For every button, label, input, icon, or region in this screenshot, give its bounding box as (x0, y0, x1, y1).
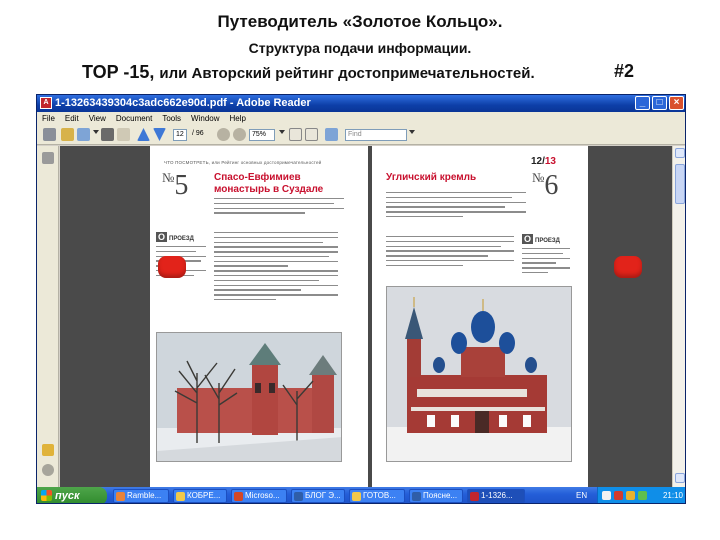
taskbar-item-blog[interactable]: БЛОГ Э... (291, 489, 345, 503)
page-number-input[interactable]: 12 (173, 129, 187, 141)
taskbar-item-microsoft[interactable]: Microso... (231, 489, 287, 503)
body-text (214, 232, 338, 304)
update-icon[interactable] (638, 491, 647, 500)
pages-panel-icon[interactable] (42, 152, 54, 164)
folder-icon (352, 492, 361, 501)
taskbar-clock[interactable]: 21:10 (663, 491, 683, 500)
menu-window[interactable]: Window (186, 112, 224, 125)
transit-tag: О ПРОЕЗД (156, 232, 194, 242)
menu-tools[interactable]: Tools (157, 112, 186, 125)
number-sign: № (162, 170, 175, 185)
scroll-up-icon[interactable] (675, 148, 685, 158)
pdf-page-left: ЧТО ПОСМОТРЕТЬ, или Рейтинг основных дос… (150, 146, 368, 487)
article-title: Угличский кремль (386, 172, 477, 183)
menu-file[interactable]: File (37, 112, 60, 125)
number-sign: № (532, 170, 545, 185)
word-icon (294, 492, 303, 501)
pdf-app-icon: A (40, 97, 52, 109)
office-icon (234, 492, 243, 501)
lead-text (386, 192, 526, 221)
slide-title: Путеводитель «Золотое Кольцо». (217, 12, 503, 31)
email-icon[interactable] (61, 128, 74, 141)
rotate-icon[interactable] (325, 128, 338, 141)
folder-icon (176, 492, 185, 501)
zoom-level-select[interactable]: 75% (249, 129, 275, 141)
article-title: Спасо-Евфимиев монастырь в Суздале (214, 172, 324, 195)
bookmark-tab-left[interactable] (158, 256, 186, 278)
document-view[interactable]: ЧТО ПОСМОТРЕТЬ, или Рейтинг основных дос… (60, 146, 672, 487)
taskbar-item-rambler[interactable]: Ramble... (113, 489, 169, 503)
body-text (386, 236, 514, 269)
start-button[interactable]: пуск (37, 487, 107, 503)
top15-description: или Авторский рейтинг достопримечательно… (159, 65, 535, 82)
menu-edit[interactable]: Edit (60, 112, 84, 125)
adobe-reader-window: A 1-13263439304c3adc662e90d.pdf - Adobe … (36, 94, 686, 504)
scroll-down-icon[interactable] (675, 473, 685, 483)
system-tray: EN 21:10 (576, 487, 685, 503)
zoom-out-icon[interactable] (217, 128, 230, 141)
ranking-digit: 6 (544, 170, 559, 201)
hand-tool-icon[interactable] (101, 128, 114, 141)
monastery-photo (156, 332, 342, 462)
next-page-icon[interactable] (153, 128, 166, 141)
word-icon (412, 492, 421, 501)
fit-page-icon[interactable] (289, 128, 302, 141)
church-illustration (387, 287, 571, 461)
dropdown-arrow-icon[interactable] (93, 130, 99, 134)
pdf-page-right: 12/13 Угличский кремль №6 О ПРОЕЗД (372, 146, 588, 487)
running-head: ЧТО ПОСМОТРЕТЬ, или Рейтинг основных дос… (164, 160, 322, 165)
taskbar-item-gotov[interactable]: ГОТОВ... (349, 489, 405, 503)
taskbar-item-pdf[interactable]: 1-1326... (467, 489, 525, 503)
menu-document[interactable]: Document (111, 112, 157, 125)
menu-view[interactable]: View (84, 112, 111, 125)
kremlin-church-photo (386, 286, 572, 462)
window-title: 1-13263439304c3adc662e90d.pdf - Adobe Re… (55, 97, 311, 109)
attachments-panel-icon[interactable] (42, 464, 54, 476)
page-total: / 96 (192, 130, 204, 137)
volume-icon[interactable] (626, 491, 635, 500)
sidebar-text (522, 248, 570, 277)
previous-page-icon[interactable] (137, 128, 150, 141)
security-icon[interactable] (614, 491, 623, 500)
slide-number: #2 (614, 61, 635, 81)
transit-tag: О ПРОЕЗД (522, 234, 560, 244)
layers-panel-icon[interactable] (42, 444, 54, 456)
maximize-button[interactable]: □ (652, 96, 667, 110)
select-tool-icon[interactable] (117, 128, 130, 141)
ranking-digit: 5 (174, 170, 189, 201)
window-titlebar[interactable]: A 1-13263439304c3adc662e90d.pdf - Adobe … (37, 95, 685, 112)
print-icon[interactable] (43, 128, 56, 141)
zoom-in-icon[interactable] (233, 128, 246, 141)
fit-width-icon[interactable] (305, 128, 318, 141)
bookmark-tab-right[interactable] (614, 256, 642, 278)
top15-label: TOP -15, (82, 62, 160, 82)
windows-taskbar: пуск Ramble... КОБРЕ... Microso... БЛОГ … (37, 487, 685, 503)
find-dropdown-icon[interactable] (409, 130, 415, 134)
ranking-number: №5 (162, 170, 188, 202)
menu-bar: File Edit View Document Tools Window Help (37, 112, 685, 125)
zoom-dropdown-icon[interactable] (279, 130, 285, 134)
lead-text (214, 198, 344, 217)
scroll-thumb[interactable] (675, 164, 685, 204)
slide-subtitle: Структура подачи информации. (248, 40, 472, 56)
browser-icon (116, 492, 125, 501)
monastery-illustration (157, 333, 341, 461)
navigation-pane (37, 146, 59, 487)
network-icon[interactable] (602, 491, 611, 500)
vertical-scrollbar[interactable] (672, 146, 685, 487)
taskbar-item-poyasne[interactable]: Поясне... (409, 489, 463, 503)
windows-flag-icon (41, 490, 52, 501)
save-icon[interactable] (77, 128, 90, 141)
ranking-number: №6 (532, 170, 558, 202)
taskbar-item-kobre[interactable]: КОБРЕ... (173, 489, 227, 503)
menu-help[interactable]: Help (225, 112, 251, 125)
close-button[interactable]: × (669, 96, 684, 110)
minimize-button[interactable]: _ (635, 96, 650, 110)
slide-heading-top15: TOP -15, или Авторский рейтинг достоприм… (82, 62, 535, 83)
page-counter: 12/13 (530, 156, 556, 167)
find-input[interactable]: Find (345, 129, 407, 141)
language-indicator[interactable]: EN (576, 491, 587, 500)
toolbar: 12 / 96 75% Find (37, 125, 685, 145)
pdf-icon (470, 492, 479, 501)
